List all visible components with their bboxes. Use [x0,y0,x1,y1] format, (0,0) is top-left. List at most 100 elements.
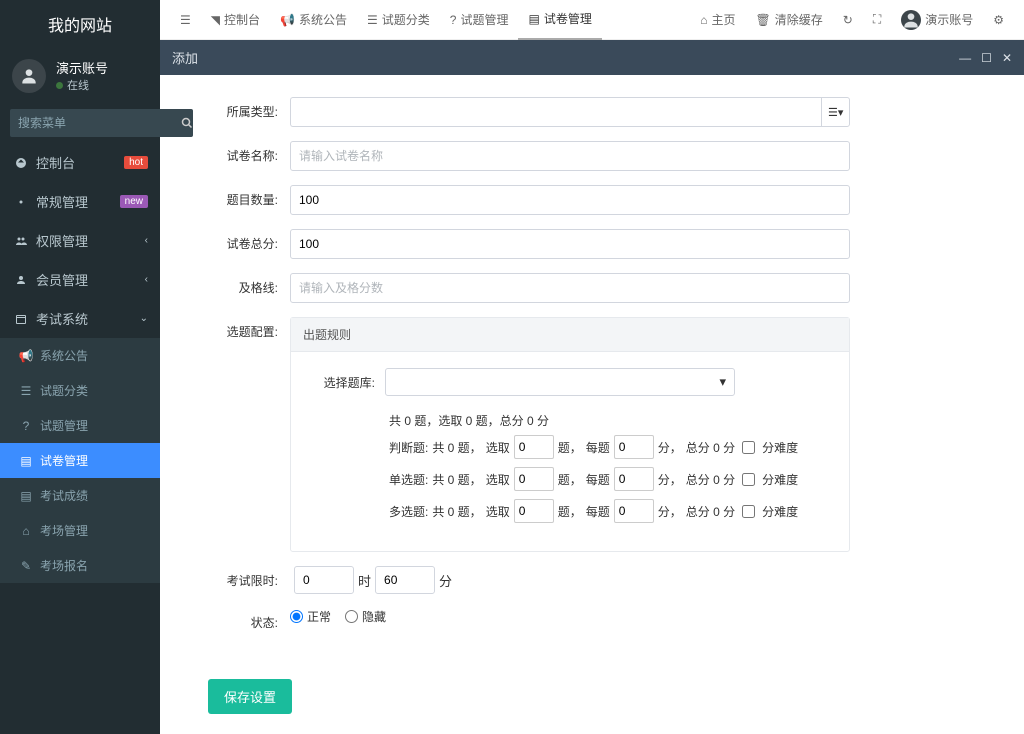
search-input[interactable] [10,109,181,137]
menu-permission[interactable]: 权限管理 ‹ [0,221,160,260]
label-total: 试卷总分: [208,229,278,252]
judge-pick-input[interactable] [514,435,554,459]
label-status: 状态: [208,608,278,631]
pencil-icon: ✎ [18,559,34,573]
radio-hidden[interactable] [345,610,358,623]
gears-icon: ⚙ [993,13,1004,27]
total-input[interactable] [290,229,850,259]
menu-general[interactable]: 常规管理 new [0,182,160,221]
panel: 添加 — ☐ ✕ 所属类型: ☰▾ 试卷名称: [160,40,1024,734]
topnav: ☰ ◥控制台 📢系统公告 ☰试题分类 ?试题管理 ▤试卷管理 ⌂主页 🗑清除缓存… [160,0,1024,40]
sub-signup[interactable]: ✎考场报名 [0,548,160,583]
name-input[interactable] [290,141,850,171]
status-dot [56,82,63,89]
list-icon: ☰ [367,13,378,27]
question-icon: ? [18,419,34,433]
main-menu: 控制台 hot 常规管理 new 权限管理 ‹ 会员管理 ‹ 考试系统 ⌄ [0,143,160,338]
sidebar: 我的网站 演示账号 在线 控制台 hot 常规管理 new 权限管理 ‹ [0,0,160,734]
main: ☰ ◥控制台 📢系统公告 ☰试题分类 ?试题管理 ▤试卷管理 ⌂主页 🗑清除缓存… [160,0,1024,734]
label-count: 题目数量: [208,185,278,208]
category-input[interactable] [290,97,821,127]
row-single: 单选题: 共 0 题， 选取 题， 每题 分， 总分 0 分 分难度 [389,467,835,491]
rule-box: 出题规则 选择题库: ▾ 共 0 题，选取 0 题，总分 0 分 判断题: 共 … [290,317,850,552]
chevron-left-icon: ‹ [145,274,148,285]
refresh-icon: ↻ [843,13,853,27]
bank-select[interactable]: ▾ [385,368,735,396]
chevron-down-icon: ⌄ [140,313,148,324]
menu-toggle[interactable]: ☰ [170,0,201,40]
label-category: 所属类型: [208,97,278,120]
judge-diff-check[interactable] [742,441,755,454]
menu-exam[interactable]: 考试系统 ⌄ [0,299,160,338]
minute-input[interactable] [375,566,435,594]
bullhorn-icon: 📢 [280,13,295,27]
minimize-icon[interactable]: — [959,51,971,65]
row-judge: 判断题: 共 0 题， 选取 题， 每题 分， 总分 0 分 分难度 [389,435,835,459]
tab-dashboard[interactable]: ◥控制台 [201,0,270,40]
tab-question[interactable]: ?试题管理 [440,0,519,40]
label-time: 考试限时: [208,566,278,589]
label-config: 选题配置: [208,317,278,340]
single-score-input[interactable] [614,467,654,491]
sub-qcategory[interactable]: ☰试题分类 [0,373,160,408]
user-panel: 演示账号 在线 [0,48,160,103]
nav-clearcache[interactable]: 🗑清除缓存 [746,0,833,40]
label-name: 试卷名称: [208,141,278,164]
tab-qcategory[interactable]: ☰试题分类 [357,0,440,40]
dashboard-icon [12,157,30,169]
caret-down-icon: ▾ [719,374,726,390]
gear-icon [12,196,30,208]
multi-score-input[interactable] [614,499,654,523]
single-pick-input[interactable] [514,467,554,491]
rule-summary: 共 0 题，选取 0 题，总分 0 分 [389,412,835,429]
user-status: 在线 [56,77,108,93]
panel-title: 添加 [172,48,198,67]
sub-paper[interactable]: ▤试卷管理 [0,443,160,478]
nav-refresh[interactable]: ↻ [833,0,863,40]
tab-notice[interactable]: 📢系统公告 [270,0,357,40]
sub-score[interactable]: ▤考试成绩 [0,478,160,513]
nav-fullscreen[interactable]: ⛶ [863,0,891,40]
sub-notice[interactable]: 📢系统公告 [0,338,160,373]
label-pass: 及格线: [208,273,278,296]
nav-user[interactable]: 演示账号 [891,0,983,40]
paper-icon: ▤ [528,12,539,26]
calendar-icon [12,313,30,325]
search-box [10,109,150,137]
menu-dashboard[interactable]: 控制台 hot [0,143,160,182]
label-bank: 选择题库: [305,374,375,391]
radio-normal[interactable] [290,610,303,623]
close-icon[interactable]: ✕ [1002,51,1012,65]
sub-question[interactable]: ?试题管理 [0,408,160,443]
home-icon: ⌂ [18,524,34,538]
multi-pick-input[interactable] [514,499,554,523]
trash-icon: 🗑 [756,13,771,27]
home-icon: ⌂ [700,13,707,27]
row-multi: 多选题: 共 0 题， 选取 题， 每题 分， 总分 0 分 分难度 [389,499,835,523]
panel-header: 添加 — ☐ ✕ [160,40,1024,75]
menu-member[interactable]: 会员管理 ‹ [0,260,160,299]
pass-input[interactable] [290,273,850,303]
badge-new: new [120,195,148,208]
status-hidden[interactable]: 隐藏 [345,608,386,625]
expand-icon: ⛶ [873,12,881,27]
category-dropdown[interactable]: ☰▾ [821,97,850,127]
form-area: 所属类型: ☰▾ 试卷名称: 题目数量: 试卷总分: [160,75,1024,665]
status-normal[interactable]: 正常 [290,608,331,625]
multi-diff-check[interactable] [742,505,755,518]
save-button[interactable]: 保存设置 [208,679,292,714]
sub-room[interactable]: ⌂考场管理 [0,513,160,548]
single-diff-check[interactable] [742,473,755,486]
nav-settings[interactable]: ⚙ [983,0,1014,40]
search-button[interactable] [181,109,193,137]
form-footer: 保存设置 [160,665,1024,734]
question-icon: ? [450,13,457,27]
site-title: 我的网站 [0,0,160,48]
tab-paper[interactable]: ▤试卷管理 [518,0,601,40]
count-input[interactable] [290,185,850,215]
maximize-icon[interactable]: ☐ [981,51,992,65]
hour-input[interactable] [294,566,354,594]
nav-home[interactable]: ⌂主页 [690,0,745,40]
chevron-left-icon: ‹ [145,235,148,246]
judge-score-input[interactable] [614,435,654,459]
